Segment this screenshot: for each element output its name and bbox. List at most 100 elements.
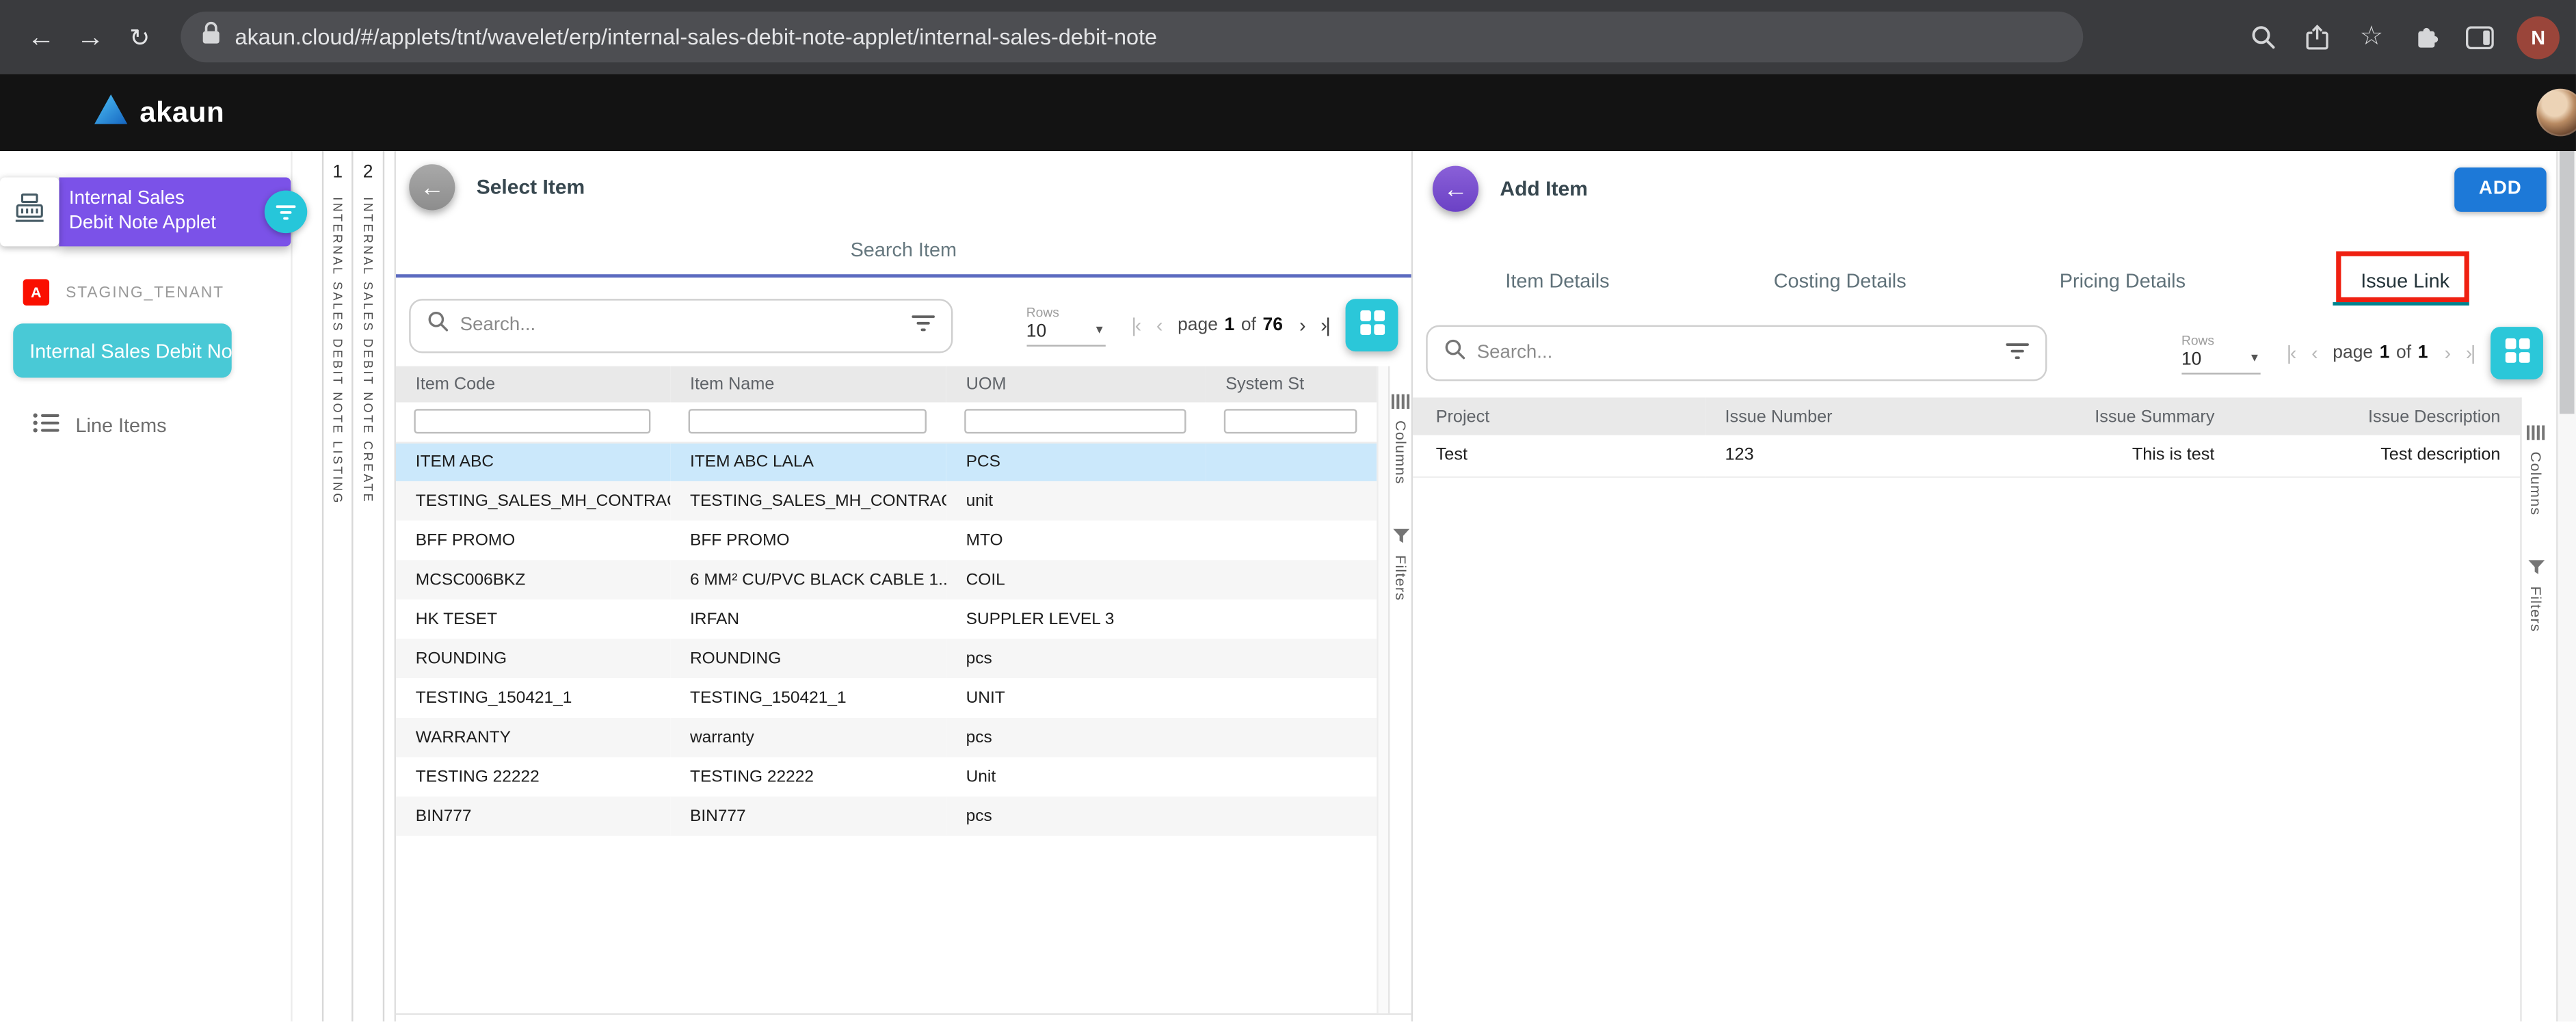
search-input[interactable] (460, 315, 901, 335)
table-row[interactable]: BIN777BIN777pcs (396, 796, 1377, 836)
select-item-back-button[interactable]: ← (409, 164, 455, 210)
chevron-down-icon: ▼ (2249, 353, 2261, 365)
reload-icon: ↻ (129, 22, 150, 51)
browser-forward-button[interactable]: → (66, 12, 115, 62)
table-row[interactable]: TESTING_SALES_MH_CONTRACTTESTING_SALES_M… (396, 481, 1377, 521)
item-table: Item Code Item Name UOM System St (396, 366, 1377, 836)
search-icon (1444, 338, 1465, 368)
table-row[interactable]: ITEM ABCITEM ABC LALAPCS (396, 442, 1377, 481)
cash-register-icon (12, 189, 48, 234)
extensions-puzzle-icon[interactable] (2402, 13, 2449, 61)
tab-item-details[interactable]: Item Details (1416, 254, 1699, 305)
wizard-step-1[interactable]: 1 INTERNAL SALES DEBIT NOTE LISTING (322, 151, 354, 1021)
table-scrollbar[interactable] (1377, 366, 1388, 1014)
column-header: Issue Summary (1952, 397, 2231, 435)
url-text: akaun.cloud/#/applets/tnt/wavelet/erp/in… (235, 25, 1158, 49)
sidebar-item-internal-sales-debit-note[interactable]: Internal Sales Debit No (13, 323, 232, 377)
user-avatar[interactable] (2536, 89, 2576, 137)
filters-toggle[interactable]: Filters (2527, 555, 2544, 632)
browser-back-button[interactable]: ← (16, 12, 66, 62)
page-scrollbar[interactable] (2556, 151, 2576, 1021)
tab-pricing-details[interactable]: Pricing Details (1981, 254, 2263, 305)
side-panel-icon[interactable] (2456, 13, 2504, 61)
filter-item-name-input[interactable] (689, 409, 927, 434)
select-item-toolbar: Rows 10 ▼ |‹ ‹ page 1 of 76 › (396, 297, 1411, 353)
add-item-toolbar: Rows 10 ▼ |‹ ‹ page 1 of 1 › (1413, 325, 2556, 381)
add-item-back-button[interactable]: ← (1433, 166, 1478, 212)
tenant-pdf-icon: A (23, 279, 49, 305)
applet-menu-button[interactable] (265, 191, 307, 233)
rows-select[interactable]: 10 ▼ (1026, 321, 1105, 346)
grid-view-button[interactable] (2491, 327, 2543, 379)
first-page-button[interactable]: |‹ (2287, 342, 2295, 365)
last-page-button[interactable]: ›| (2466, 342, 2474, 365)
table-row[interactable]: MCSC006BKZ6 MM² CU/PVC BLACK CABLE 1...C… (396, 560, 1377, 600)
akaun-logo: akaun (94, 93, 224, 133)
last-page-button[interactable]: ›| (1320, 314, 1329, 337)
sidebar: Internal Sales Debit Note Applet A STAGI… (0, 151, 293, 1021)
page-title: Add Item (1500, 177, 1587, 200)
list-icon (33, 412, 59, 438)
table-header-row: Item Code Item Name UOM System St (396, 366, 1377, 403)
bookmark-star-icon[interactable]: ☆ (2348, 13, 2395, 61)
search-icon (427, 310, 449, 340)
share-icon[interactable] (2294, 13, 2341, 61)
prev-page-button[interactable]: ‹ (1156, 314, 1161, 337)
add-item-panel: ← Add Item ADD Item Details Costing Deta… (1413, 151, 2556, 1021)
sidebar-gap (293, 151, 322, 1021)
grid-view-button[interactable] (1346, 299, 1398, 351)
page-indicator: page 1 of 1 (2333, 343, 2428, 363)
issue-link-table: Project Issue Number Issue Summary Issue… (1413, 397, 2520, 477)
filter-list-icon (276, 200, 296, 224)
filter-list-icon[interactable] (912, 310, 935, 340)
browser-reload-button[interactable]: ↻ (115, 12, 164, 62)
filter-uom-input[interactable] (964, 409, 1186, 434)
columns-toggle[interactable]: Columns (1392, 389, 1409, 484)
applet-icon-box (0, 177, 59, 246)
tab-search-item[interactable]: Search Item (396, 224, 1411, 278)
search-input[interactable] (1477, 343, 1995, 363)
next-page-button[interactable]: › (2444, 342, 2449, 365)
filter-item-code-input[interactable] (414, 409, 650, 434)
sidebar-item-line-items[interactable]: Line Items (33, 412, 291, 438)
tab-issue-link[interactable]: Issue Link (2264, 254, 2547, 305)
select-item-title-row: ← Select Item (396, 151, 1411, 224)
table-row[interactable]: WARRANTYwarrantypcs (396, 718, 1377, 757)
columns-toggle[interactable]: Columns (2527, 420, 2545, 515)
table-row[interactable]: Test 123 This is test Test description (1413, 435, 2520, 476)
scrollbar-thumb[interactable] (2560, 151, 2575, 414)
akaun-logo-icon (94, 93, 128, 133)
zoom-icon[interactable] (2239, 13, 2287, 61)
filter-list-icon[interactable] (2006, 338, 2029, 368)
column-header: Project (1413, 397, 1705, 435)
table-row[interactable]: BFF PROMOBFF PROMOMTO (396, 521, 1377, 561)
funnel-icon (2527, 555, 2544, 580)
tenant-name: STAGING_TENANT (66, 283, 224, 301)
table-row[interactable]: TESTING 22222TESTING 22222Unit (396, 757, 1377, 797)
rows-select[interactable]: 10 ▼ (2181, 349, 2260, 374)
first-page-button[interactable]: |‹ (1132, 314, 1140, 337)
table-side-strip: Columns Filters (2520, 397, 2549, 1021)
columns-icon (1392, 389, 1409, 414)
filters-toggle[interactable]: Filters (1392, 524, 1409, 601)
arrow-right-icon: → (77, 21, 105, 53)
column-header: System St (1206, 366, 1377, 403)
tab-costing-details[interactable]: Costing Details (1699, 254, 1981, 305)
column-header: Issue Description (2231, 397, 2520, 435)
table-row[interactable]: ROUNDINGROUNDINGpcs (396, 639, 1377, 679)
wizard-step-2[interactable]: 2 INTERNAL SALES DEBIT NOTE CREATE (354, 151, 385, 1021)
add-button[interactable]: ADD (2454, 167, 2547, 211)
address-bar[interactable]: akaun.cloud/#/applets/tnt/wavelet/erp/in… (181, 12, 2083, 62)
prev-page-button[interactable]: ‹ (2311, 342, 2316, 365)
table-row[interactable]: HK TESETIRFANSUPPLER LEVEL 3 (396, 600, 1377, 639)
rows-per-page: Rows 10 ▼ (2181, 332, 2260, 373)
column-header: Issue Number (1705, 397, 1952, 435)
filter-system-status-input[interactable] (1224, 409, 1357, 434)
logo-text: akaun (140, 95, 224, 129)
arrow-left-icon: ← (420, 173, 444, 201)
search-box (409, 298, 953, 352)
applet-card[interactable]: Internal Sales Debit Note Applet (0, 177, 291, 246)
next-page-button[interactable]: › (1299, 314, 1304, 337)
browser-profile-avatar[interactable]: N (2517, 16, 2559, 58)
table-row[interactable]: TESTING_150421_1TESTING_150421_1UNIT (396, 678, 1377, 718)
